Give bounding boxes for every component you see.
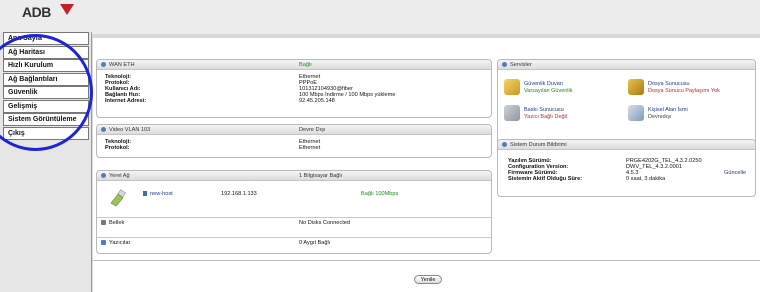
main-content: WAN ETH Bağlı Teknoloji: Ethernet Protok…: [93, 38, 760, 292]
system-title: Sistem Durum Bildirimi: [510, 142, 567, 148]
brand-logo: ADB: [22, 4, 51, 20]
services-title: Servisler: [510, 62, 532, 68]
footer-divider: [93, 260, 760, 261]
lan-device-name[interactable]: new-host: [150, 191, 173, 197]
video-icon: [101, 126, 106, 132]
wan-panel: WAN ETH Bağlı Teknoloji: Ethernet Protok…: [96, 59, 492, 118]
globe-icon: [101, 61, 106, 67]
printers-status: 0 Aygıt Bağlı: [299, 240, 331, 246]
video-panel-header[interactable]: Video VLAN 103 Devre Dışı: [97, 125, 491, 135]
sidebar-item-sistem-goruntuleme[interactable]: Sistem Görüntüleme: [3, 113, 89, 126]
service-file-server[interactable]: Dosya Sunucusu Dosya Sunucu Paylaşımı Yo…: [628, 78, 748, 98]
storage-title: Bellek: [109, 220, 125, 226]
sidebar-item-gelismis[interactable]: Gelişmiş: [3, 99, 89, 113]
id-card-icon: [628, 105, 644, 121]
sidebar-item-guvenlik[interactable]: Güvenlik: [3, 86, 89, 99]
video-panel: Video VLAN 103 Devre Dışı Teknoloji: Eth…: [96, 124, 492, 158]
video-row: Protokol:: [105, 145, 130, 151]
system-icon: [502, 141, 507, 147]
video-status: Devre Dışı: [299, 127, 326, 133]
lan-panel-header[interactable]: Yerel Ağ 1 Bilgisayar Bağlı: [97, 171, 491, 181]
services-icon: [502, 61, 507, 67]
computer-icon: [143, 191, 147, 196]
network-icon: [101, 172, 106, 178]
system-panel-header: Sistem Durum Bildirimi: [498, 140, 755, 150]
folder-icon: [628, 79, 644, 95]
lan-device-state: Bağlı 100Mbps: [361, 191, 399, 197]
sidebar-item-ag-haritasi[interactable]: Ağ Haritası: [3, 45, 89, 59]
printers-title: Yazıcılar: [109, 240, 131, 246]
printer-icon: [504, 105, 520, 121]
firewall-icon: [504, 79, 520, 95]
refresh-button[interactable]: Yenile: [414, 275, 442, 284]
video-title: Video VLAN 103: [109, 127, 151, 133]
system-panel: Sistem Durum Bildirimi Yazılım Sürümü: P…: [497, 139, 756, 197]
video-value: Ethernet: [299, 145, 321, 151]
services-panel-header: Servisler: [498, 60, 755, 70]
lan-device-ip: 192.168.1.133: [221, 191, 257, 197]
sidebar-nav: Ana Sayfa Ağ Haritası Hızlı Kurulum Ağ B…: [3, 32, 89, 140]
wan-status: Bağlı: [299, 62, 312, 68]
lan-panel: Yerel Ağ 1 Bilgisayar Bağlı new-host 192…: [96, 170, 492, 254]
wan-value: 92.45.205.148: [299, 98, 335, 104]
header: ADB: [0, 0, 760, 34]
logo-triangle-icon: [60, 4, 74, 15]
wan-panel-header[interactable]: WAN ETH Bağlı: [97, 60, 491, 70]
lan-title: Yerel Ağ: [109, 173, 130, 179]
update-link[interactable]: Güncelle: [724, 170, 746, 176]
lan-status: 1 Bilgisayar Bağlı: [299, 173, 343, 179]
service-print-server[interactable]: Baskı Sunucusu Yazıcı Bağlı Değil: [504, 104, 624, 124]
printers-row[interactable]: Yazıcılar 0 Aygıt Bağlı: [97, 237, 491, 247]
sidebar: Ana Sayfa Ağ Haritası Hızlı Kurulum Ağ B…: [0, 32, 93, 292]
service-personal-domain[interactable]: Kişisel Alan İsmi Devredışı: [628, 104, 748, 124]
wan-row: Internet Adresi:: [105, 98, 147, 104]
sidebar-item-ag-baglantilari[interactable]: Ağ Bağlantıları: [3, 72, 89, 86]
system-row: Sistemin Aktif Olduğu Süre:: [508, 176, 583, 182]
ethernet-cable-icon: [110, 189, 126, 207]
storage-status: No Disks Connected: [299, 220, 350, 226]
printer-icon: [101, 240, 106, 245]
storage-row[interactable]: Bellek No Disks Connected: [97, 217, 491, 227]
system-value: 0 saat, 3 dakika: [626, 176, 666, 182]
disk-icon: [101, 220, 106, 225]
sidebar-item-ana-sayfa[interactable]: Ana Sayfa: [3, 32, 89, 45]
service-firewall[interactable]: Güvenlik Duvarı Varsayılan Güvenlik: [504, 78, 624, 98]
sidebar-item-hizli-kurulum[interactable]: Hızlı Kurulum: [3, 59, 89, 72]
wan-title: WAN ETH: [109, 62, 135, 68]
sidebar-item-cikis[interactable]: Çıkış: [3, 126, 89, 140]
